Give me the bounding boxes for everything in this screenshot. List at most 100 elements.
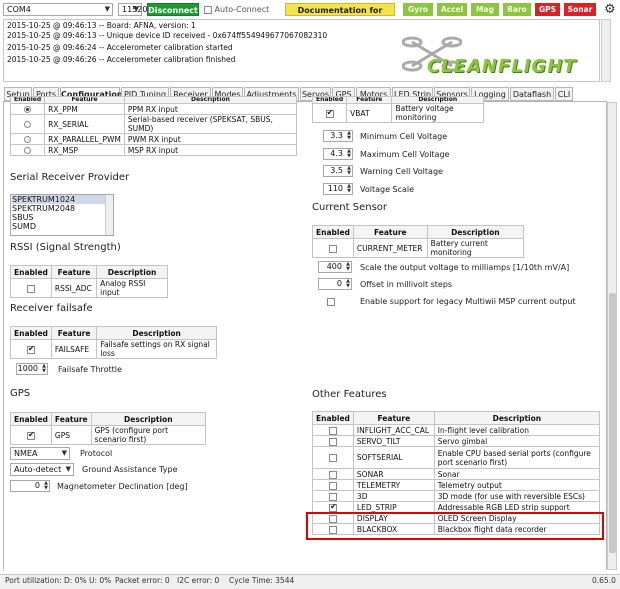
table-header-row: Enabled Feature Description — [10, 265, 168, 279]
enabled-cell — [10, 339, 52, 359]
current-sensor-title: Current Sensor — [312, 202, 388, 213]
declination-input[interactable]: 0 ▲ ▼ — [10, 480, 50, 492]
i2c-error: I2C error: 0 — [177, 576, 220, 585]
list-item[interactable]: SBUS — [12, 213, 113, 222]
documentation-button[interactable]: Documentation for 1.10.0 — [285, 3, 395, 28]
feature-description: GPS (configure port scenario first) — [90, 425, 207, 445]
column-header: Feature — [50, 412, 92, 426]
tab-cli[interactable]: CLI — [555, 87, 573, 101]
feature-radio[interactable] — [24, 147, 32, 154]
feature-checkbox[interactable] — [26, 430, 35, 440]
feature-checkbox[interactable] — [328, 503, 337, 512]
auto-connect-toggle[interactable]: Auto-Connect — [204, 5, 269, 14]
voltage-input[interactable]: 4.3 ▲ ▼ — [323, 148, 353, 160]
voltage-input[interactable]: 110 ▲ ▼ — [323, 183, 353, 195]
declination-label: Magnetometer Declination [deg] — [57, 482, 188, 491]
list-item[interactable]: SPEKTRUM1024 — [12, 195, 113, 204]
current-scale-input[interactable]: 400 ▲ ▼ — [318, 261, 352, 273]
auto-connect-checkbox[interactable] — [204, 5, 212, 14]
table-row: RX_SERIAL Serial-based receiver (SPEKSAT,… — [9, 114, 298, 134]
feature-name: RX_PPM — [44, 103, 125, 115]
current-sensor-table: Enabled Feature Description CURRENT_METER Ba… — [312, 225, 525, 258]
feature-name: CURRENT_METER — [352, 238, 428, 258]
enabled-cell — [311, 103, 348, 123]
settings-gear-icon[interactable]: ⚙ — [604, 2, 616, 17]
gps-protocol-select[interactable]: NMEA ▼ — [10, 447, 70, 460]
feature-radio[interactable] — [24, 136, 32, 143]
serial-receiver-list[interactable]: SPEKTRUM1024 SPEKTRUM2048 SBUS SUMD — [10, 194, 114, 236]
feature-checkbox[interactable] — [328, 244, 337, 253]
feature-checkbox[interactable] — [328, 437, 337, 446]
feature-description: PPM RX input — [123, 103, 298, 115]
feature-description: Enable CPU based serial ports (configure… — [433, 446, 601, 469]
log-line: 2015-10-25 @ 09:46:13 -- Board: AFNA, ve… — [7, 21, 196, 30]
multiwii-label: Enable support for legacy Multiwii MSP c… — [360, 297, 576, 306]
log-scrollbar[interactable] — [601, 19, 611, 82]
list-item[interactable]: SUMD — [12, 222, 113, 231]
tab-dataflash[interactable]: Dataflash — [510, 87, 554, 101]
list-item[interactable]: SPEKTRUM2048 — [12, 204, 113, 213]
enabled-cell — [9, 133, 46, 145]
table-header-row: Enabled Feature Description — [10, 326, 217, 340]
voltage-input[interactable]: 3.3 ▲ ▼ — [323, 130, 353, 142]
feature-checkbox[interactable] — [328, 492, 337, 501]
content-scrollbar[interactable] — [607, 102, 617, 570]
content-scrollbar-thumb[interactable] — [609, 293, 616, 553]
feature-checkbox[interactable] — [328, 470, 337, 479]
current-scale-label: Scale the output voltage to milliamps [1… — [360, 263, 570, 272]
port-select[interactable]: COM4 ▼ — [3, 3, 113, 16]
feature-checkbox[interactable] — [26, 284, 35, 293]
current-scale-value: 400 — [326, 262, 342, 271]
feature-checkbox[interactable] — [26, 344, 35, 354]
table-header-row: Enabled Feature Description — [311, 96, 484, 104]
ground-assist-select[interactable]: Auto-detect ▼ — [10, 463, 74, 476]
column-header: Feature — [50, 265, 98, 279]
feature-name: TELEMETRY — [352, 479, 435, 491]
feature-radio[interactable] — [24, 121, 32, 128]
ground-assist-value: Auto-detect — [14, 465, 62, 474]
enabled-cell — [312, 446, 354, 469]
spinner-icon[interactable]: ▲ ▼ — [347, 131, 351, 141]
feature-description: Analog RSSI input — [96, 278, 168, 298]
feature-checkbox[interactable] — [328, 481, 337, 490]
table-row: GPSGPS (configure port scenario first) — [10, 425, 207, 445]
spinner-icon[interactable]: ▲ ▼ — [347, 184, 351, 194]
enabled-cell — [312, 424, 354, 436]
failsafe-table: EnabledFeatureDescriptionFAILSAFEFailsaf… — [10, 326, 217, 359]
table-row: LED_STRIPAddressable RGB LED strip suppo… — [312, 501, 601, 513]
failsafe-throttle-value: 1000 — [17, 364, 38, 373]
spinner-icon[interactable]: ▲ ▼ — [346, 279, 350, 289]
enabled-cell — [312, 435, 354, 447]
feature-radio[interactable] — [24, 106, 32, 113]
ground-assist-label: Ground Assistance Type — [82, 465, 178, 474]
baud-select[interactable]: 115200 ▼ — [118, 3, 153, 16]
spinner-icon[interactable]: ▲ ▼ — [42, 364, 46, 374]
voltage-value: 110 — [327, 184, 343, 193]
table-row: SONAR Sonar — [312, 468, 601, 480]
feature-checkbox[interactable] — [325, 108, 334, 118]
vbat-table: EnabledFeatureDescriptionVBATBattery vol… — [311, 96, 484, 123]
feature-description: 3D mode (for use with reversible ESCs) — [433, 490, 601, 502]
failsafe-title: Receiver failsafe — [10, 303, 93, 314]
column-header: Feature — [50, 326, 98, 340]
port-value: COM4 — [7, 5, 31, 14]
table-row: CURRENT_METER Battery current monitoring — [312, 238, 525, 258]
feature-checkbox[interactable] — [328, 426, 337, 435]
spinner-icon[interactable]: ▲ ▼ — [347, 166, 351, 176]
log-line: 2015-10-25 @ 09:46:24 -- Accelerometer c… — [7, 43, 233, 52]
list-scrollbar[interactable] — [105, 195, 113, 235]
table-row: INFLIGHT_ACC_CAL In-flight level calibrat… — [312, 424, 601, 436]
spinner-icon[interactable]: ▲ ▼ — [44, 481, 48, 491]
column-header: Enabled — [311, 96, 348, 104]
multiwii-checkbox[interactable] — [327, 297, 335, 306]
disconnect-button[interactable]: Disconnect — [147, 3, 199, 16]
voltage-input[interactable]: 3.5 ▲ ▼ — [323, 165, 353, 177]
chevron-down-icon: ▼ — [65, 465, 71, 473]
failsafe-throttle-input[interactable]: 1000 ▲ ▼ — [16, 363, 48, 375]
feature-checkbox[interactable] — [328, 454, 337, 462]
sensor-gyro: Gyro — [403, 3, 433, 16]
table-row: RX_PARALLEL_PWM PWM RX input — [9, 133, 298, 145]
current-offset-input[interactable]: 0 ▲ ▼ — [318, 278, 352, 290]
spinner-icon[interactable]: ▲ ▼ — [347, 149, 351, 159]
spinner-icon[interactable]: ▲ ▼ — [346, 262, 350, 272]
